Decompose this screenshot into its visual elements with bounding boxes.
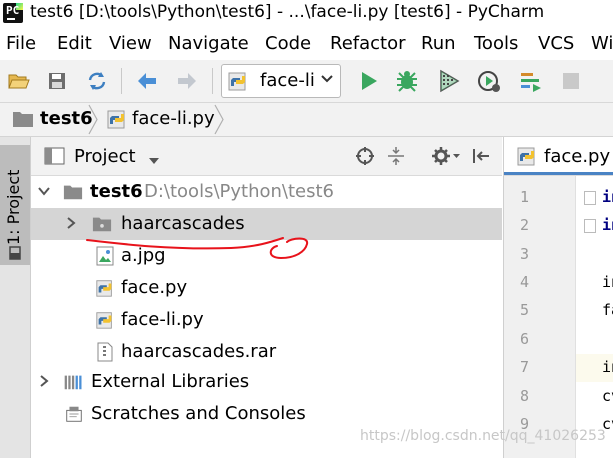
tree-item-label: External Libraries xyxy=(91,371,250,392)
annotation-underline xyxy=(86,237,309,260)
tree-item-scratches[interactable]: Scratches and Consoles xyxy=(31,398,502,430)
line-number: 4 xyxy=(520,273,530,291)
menu-tools[interactable]: Tools xyxy=(474,33,518,54)
breadcrumb-project[interactable]: test6 xyxy=(40,108,93,129)
open-folder-icon[interactable] xyxy=(6,68,32,94)
tree-item-label: face.py xyxy=(121,277,188,298)
coverage-icon[interactable] xyxy=(436,68,462,94)
breadcrumb: test6 face-li.py xyxy=(0,103,613,137)
tree-item-face-py[interactable]: face.py xyxy=(31,272,502,304)
dropdown-arrow-icon[interactable] xyxy=(148,151,160,170)
chevron-down-icon xyxy=(320,73,334,88)
concurrency-icon[interactable] xyxy=(518,68,544,94)
code-line: cv xyxy=(602,387,613,405)
menu-view[interactable]: View xyxy=(109,33,152,54)
gear-icon[interactable] xyxy=(431,146,461,170)
locate-file-icon[interactable] xyxy=(355,146,375,170)
menu-run[interactable]: Run xyxy=(421,33,456,54)
python-file-icon xyxy=(96,312,112,329)
menu-navigate[interactable]: Navigate xyxy=(168,33,249,54)
library-icon xyxy=(64,375,82,390)
save-icon[interactable] xyxy=(44,68,70,94)
watermark: https://blog.csdn.net/qq_41026253 xyxy=(360,428,606,444)
project-tool-icon xyxy=(9,245,21,264)
window-title: test6 [D:\tools\Python\test6] - ...\face… xyxy=(30,2,545,22)
stop-icon[interactable] xyxy=(558,68,584,94)
line-number: 1 xyxy=(520,188,530,206)
code-line: fa xyxy=(602,301,613,319)
code-editor[interactable]: in in in fa in cv cv xyxy=(575,176,613,458)
archive-file-icon xyxy=(97,342,113,362)
breadcrumb-file[interactable]: face-li.py xyxy=(132,108,215,129)
line-number: 6 xyxy=(520,330,530,348)
chevron-right-icon[interactable] xyxy=(37,374,51,388)
run-icon[interactable] xyxy=(356,68,382,94)
line-number: 7 xyxy=(520,358,530,376)
forward-icon[interactable] xyxy=(174,68,200,94)
tree-item-label: Scratches and Consoles xyxy=(91,403,306,424)
editor-tab-label: face.py xyxy=(544,146,611,167)
menu-file[interactable]: File xyxy=(6,33,36,54)
line-number: 2 xyxy=(520,216,530,234)
run-configuration-select[interactable]: face-li xyxy=(221,64,341,98)
project-panel-header: Project xyxy=(31,137,502,176)
menu-bar: File Edit View Navigate Code Refactor Ru… xyxy=(0,30,613,58)
folder-icon xyxy=(12,110,34,132)
project-view-title[interactable]: Project xyxy=(74,146,136,167)
scratches-icon xyxy=(66,406,82,422)
debug-icon[interactable] xyxy=(394,68,420,94)
code-line: in xyxy=(602,273,613,291)
menu-code[interactable]: Code xyxy=(265,33,311,54)
menu-vcs[interactable]: VCS xyxy=(538,33,574,54)
tree-item-haarcascades-rar[interactable]: haarcascades.rar xyxy=(31,336,502,368)
toolbar-separator xyxy=(121,68,122,94)
main-toolbar: face-li xyxy=(0,60,613,103)
project-tree: test6 D:\tools\Python\test6 haarcascades… xyxy=(31,176,502,458)
tree-item-label: test6 xyxy=(90,181,143,202)
tree-item-face-li-py[interactable]: face-li.py xyxy=(31,304,502,336)
project-tool-tab-label: 1: Project xyxy=(4,169,23,245)
chevron-right-icon[interactable] xyxy=(64,216,78,230)
folder-icon xyxy=(63,185,83,200)
python-file-icon xyxy=(516,145,538,171)
chevron-down-icon[interactable] xyxy=(37,184,51,198)
tree-item-label: face-li.py xyxy=(121,309,204,330)
breadcrumb-separator-icon xyxy=(88,104,98,135)
line-number: 5 xyxy=(520,301,530,319)
pycharm-logo-icon: PC xyxy=(3,3,23,23)
collapse-all-icon[interactable] xyxy=(386,146,406,170)
fold-marker-icon[interactable] xyxy=(584,191,596,205)
tool-window-strip: 1: Project xyxy=(0,137,31,458)
menu-refactor[interactable]: Refactor xyxy=(330,33,406,54)
project-tool-tab[interactable]: 1: Project xyxy=(0,145,30,265)
editor-tab-face-py[interactable]: face.py xyxy=(504,137,613,175)
code-line: in xyxy=(602,358,613,376)
python-file-icon xyxy=(106,108,128,134)
breadcrumb-separator-icon xyxy=(214,104,224,135)
editor-tab-bar: face.py xyxy=(503,137,613,176)
run-configuration-label: face-li xyxy=(260,70,315,91)
profile-icon[interactable] xyxy=(476,68,502,94)
line-number: 8 xyxy=(520,387,530,405)
sync-icon[interactable] xyxy=(84,68,110,94)
tree-item-external-libraries[interactable]: External Libraries xyxy=(31,366,502,398)
python-file-icon xyxy=(227,70,249,96)
project-view-icon xyxy=(44,146,66,170)
tree-item-label: haarcascades.rar xyxy=(121,341,277,362)
menu-edit[interactable]: Edit xyxy=(57,33,92,54)
tree-item-test6[interactable]: test6 D:\tools\Python\test6 xyxy=(31,176,502,208)
fold-marker-icon[interactable] xyxy=(584,219,596,233)
title-bar: PC test6 [D:\tools\Python\test6] - ...\f… xyxy=(0,0,613,27)
back-icon[interactable] xyxy=(134,68,160,94)
hide-panel-icon[interactable] xyxy=(471,146,491,170)
code-line: in xyxy=(602,188,613,206)
python-file-icon xyxy=(96,280,112,297)
tree-item-path: D:\tools\Python\test6 xyxy=(144,181,334,202)
menu-window[interactable]: Wi xyxy=(591,33,613,54)
line-number: 3 xyxy=(520,245,530,263)
line-number-gutter: 1 2 3 4 5 6 7 8 9 xyxy=(503,176,576,458)
code-line: in xyxy=(602,216,613,234)
toolbar-separator xyxy=(212,68,213,94)
